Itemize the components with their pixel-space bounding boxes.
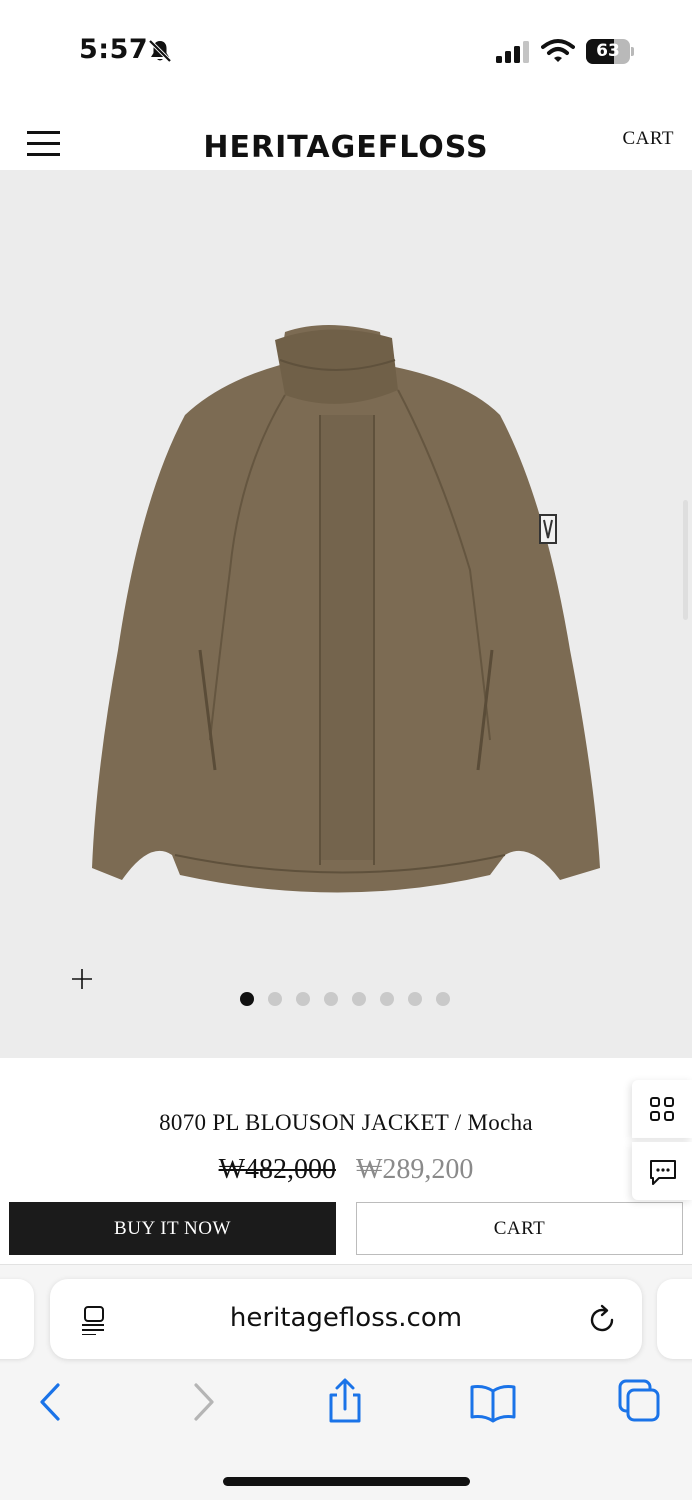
brand-logo[interactable]: HERITAGEFLOSS <box>0 130 692 165</box>
battery-indicator: 63 <box>586 39 634 64</box>
carousel-dot[interactable] <box>408 992 422 1006</box>
buy-it-now-button[interactable]: BUY IT NOW <box>9 1202 336 1255</box>
add-to-cart-button[interactable]: CART <box>356 1202 683 1255</box>
bell-slash-icon <box>148 39 172 63</box>
status-time: 5:57 <box>79 34 149 65</box>
floating-chat-button[interactable] <box>632 1142 692 1200</box>
wifi-icon <box>541 39 575 62</box>
carousel-dot[interactable] <box>268 992 282 1006</box>
scroll-indicator <box>683 500 688 620</box>
browser-toolbar <box>0 1377 692 1437</box>
product-info: 8070 PL BLOUSON JACKET / Mocha ₩482,000 ₩… <box>0 1058 692 1264</box>
site-header: HERITAGEFLOSS CART <box>0 100 692 170</box>
floating-grid-button[interactable] <box>632 1080 692 1138</box>
share-icon[interactable] <box>320 1377 370 1427</box>
carousel-dot[interactable] <box>240 992 254 1006</box>
carousel-dot[interactable] <box>324 992 338 1006</box>
forward-icon[interactable] <box>178 1377 228 1427</box>
product-image-gallery[interactable] <box>0 170 692 1058</box>
product-photo <box>92 325 600 893</box>
carousel-dots <box>240 992 450 1006</box>
bookmarks-icon[interactable] <box>468 1377 518 1427</box>
chat-icon <box>650 1160 676 1185</box>
previous-tab-preview[interactable] <box>0 1279 34 1359</box>
address-bar[interactable]: heritagefloss.com <box>50 1279 642 1359</box>
carousel-dot[interactable] <box>352 992 366 1006</box>
status-bar: 5:57 63 <box>0 0 692 100</box>
battery-percent: 63 <box>596 41 620 61</box>
carousel-dot[interactable] <box>296 992 310 1006</box>
carousel-dot[interactable] <box>436 992 450 1006</box>
sale-price: ₩289,200 <box>356 1154 474 1185</box>
zoom-plus-icon[interactable] <box>70 967 94 991</box>
cellular-signal-icon <box>496 41 529 63</box>
carousel-dot[interactable] <box>380 992 394 1006</box>
header-cart-link[interactable]: CART <box>622 128 674 150</box>
browser-bar: heritagefloss.com <box>0 1264 692 1500</box>
product-name: 8070 PL BLOUSON JACKET / Mocha <box>159 1110 533 1135</box>
back-icon[interactable] <box>28 1377 78 1427</box>
tabs-icon[interactable] <box>614 1377 664 1427</box>
grid-icon <box>650 1097 674 1121</box>
price-row: ₩482,000 ₩289,200 <box>0 1154 692 1186</box>
home-indicator[interactable] <box>223 1477 470 1486</box>
reload-icon[interactable] <box>588 1303 618 1335</box>
next-tab-preview[interactable] <box>657 1279 692 1359</box>
original-price: ₩482,000 <box>218 1154 336 1185</box>
url-text[interactable]: heritagefloss.com <box>50 1303 642 1333</box>
